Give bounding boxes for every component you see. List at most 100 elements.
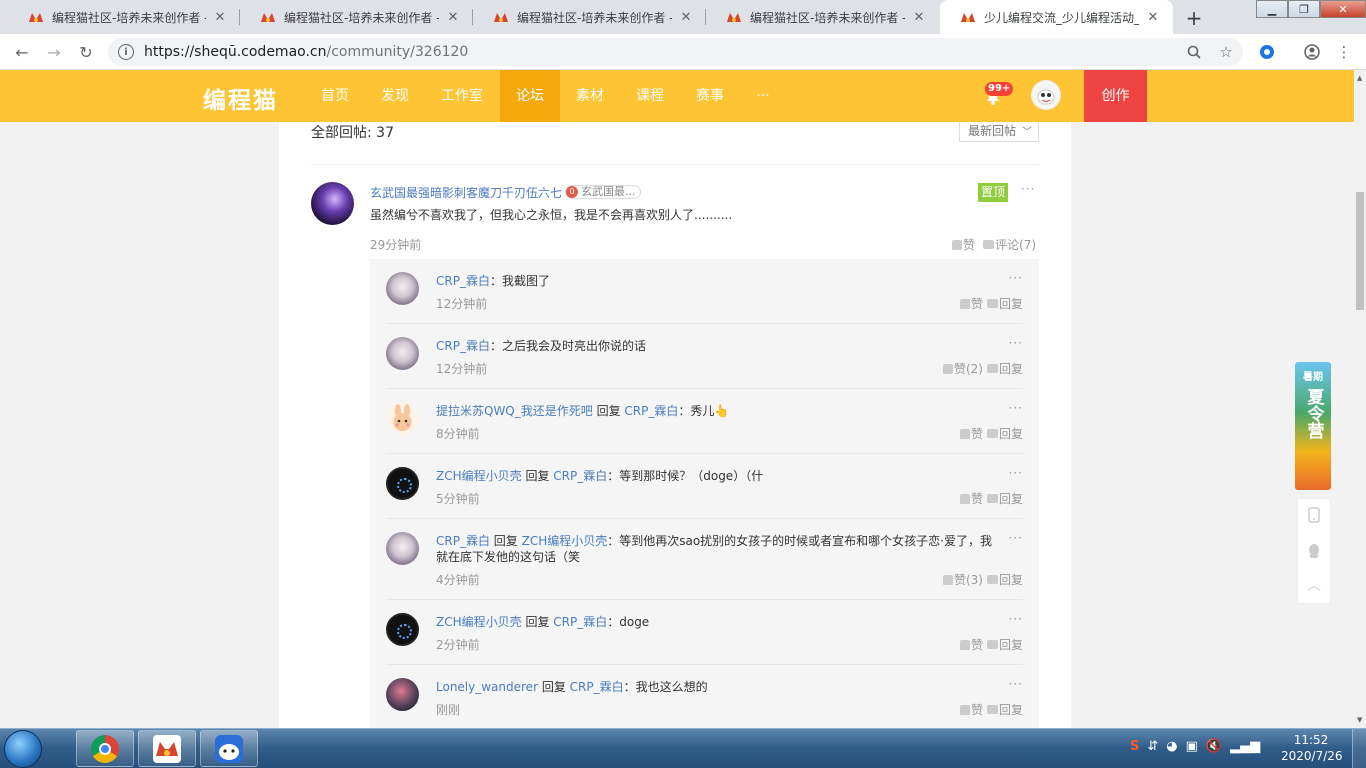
- post-author-avatar[interactable]: [311, 182, 354, 225]
- reply-button[interactable]: 回复: [986, 636, 1023, 653]
- browser-tab[interactable]: 编程猫社区-培养未来创作者 - 言 ✕: [240, 0, 473, 34]
- reply-more-icon[interactable]: ···: [1009, 401, 1023, 415]
- zoom-icon[interactable]: [1182, 40, 1206, 64]
- taskbar-app[interactable]: [138, 730, 196, 767]
- ime-icon[interactable]: S: [1130, 739, 1139, 754]
- reply-username[interactable]: ZCH编程小贝壳: [436, 469, 522, 483]
- reply-more-icon[interactable]: ···: [1009, 466, 1023, 480]
- scroll-up-icon[interactable]: ▲: [1357, 74, 1362, 82]
- reply-username[interactable]: 提拉米苏QWQ_我还是作死吧: [436, 404, 593, 418]
- avatar[interactable]: [386, 467, 419, 500]
- new-tab-button[interactable]: +: [1181, 5, 1207, 31]
- site-logo[interactable]: 编程猫: [203, 81, 278, 115]
- like-button[interactable]: 赞: [952, 236, 975, 253]
- account-icon[interactable]: [1300, 40, 1324, 64]
- address-bar[interactable]: i https://sheqū.codemao.cn/community/326…: [108, 38, 1243, 66]
- reply-more-icon[interactable]: ···: [1009, 677, 1023, 691]
- restore-button[interactable]: ❐: [1288, 0, 1320, 18]
- like-button[interactable]: 赞: [959, 295, 983, 312]
- browser-tab[interactable]: 编程猫社区-培养未来创作者 - 言 ✕: [8, 0, 240, 34]
- tab-close-icon[interactable]: ✕: [212, 10, 228, 25]
- create-button[interactable]: 创作: [1084, 70, 1147, 122]
- tab-close-icon[interactable]: ✕: [911, 10, 927, 25]
- reply-more-icon[interactable]: ···: [1009, 271, 1023, 285]
- forward-icon[interactable]: →: [42, 40, 66, 64]
- taskbar-chrome[interactable]: [76, 730, 134, 767]
- thumb-up-icon: [959, 493, 970, 504]
- avatar[interactable]: [386, 337, 419, 370]
- nav-home[interactable]: 首页: [308, 70, 362, 122]
- info-icon[interactable]: i: [118, 44, 134, 60]
- nav-forum[interactable]: 论坛: [500, 70, 560, 122]
- browser-tab[interactable]: 编程猫社区-培养未来创作者 - 言 ✕: [473, 0, 706, 34]
- taskbar-app[interactable]: [200, 730, 258, 767]
- tab-close-icon[interactable]: ✕: [445, 10, 461, 25]
- avatar[interactable]: [386, 613, 419, 646]
- reply-button[interactable]: 回复: [986, 490, 1023, 507]
- post-author-name[interactable]: 玄武国最强暗影刺客魔刀千刃伍六七: [370, 184, 562, 201]
- network-icon[interactable]: ⇵: [1147, 739, 1158, 754]
- avatar[interactable]: [386, 678, 419, 711]
- reply-username[interactable]: CRP_霖白: [436, 534, 490, 548]
- scrollbar-thumb[interactable]: [1356, 192, 1364, 310]
- extension-icon[interactable]: [1255, 40, 1279, 64]
- like-button[interactable]: 赞: [959, 701, 983, 718]
- tab-close-icon[interactable]: ✕: [1145, 10, 1161, 25]
- like-button[interactable]: 赞(3): [942, 571, 983, 588]
- reply-more-icon[interactable]: ···: [1009, 336, 1023, 350]
- nav-discover[interactable]: 发现: [368, 70, 422, 122]
- reply-username[interactable]: CRP_霖白: [436, 339, 490, 353]
- post-actions: 赞 评论(7): [952, 236, 1036, 253]
- show-desktop-button[interactable]: [1352, 729, 1366, 768]
- reply-more-icon[interactable]: ···: [1009, 612, 1023, 626]
- back-to-top-icon[interactable]: ︿: [1306, 577, 1322, 594]
- star-icon[interactable]: ☆: [1214, 40, 1238, 64]
- back-icon[interactable]: ←: [10, 40, 34, 64]
- reply-button[interactable]: 回复: [986, 360, 1023, 377]
- volume-icon[interactable]: 🔇: [1206, 739, 1222, 754]
- summer-camp-banner[interactable]: 暑期 夏令营: [1295, 362, 1331, 490]
- nav-studio[interactable]: 工作室: [432, 70, 492, 122]
- nav-more[interactable]: ···: [744, 70, 782, 122]
- avatar[interactable]: [386, 272, 419, 305]
- nav-materials[interactable]: 素材: [564, 70, 616, 122]
- reload-icon[interactable]: ↻: [74, 40, 98, 64]
- reply-button[interactable]: 回复: [986, 295, 1023, 312]
- reply-username[interactable]: Lonely_wanderer: [436, 680, 538, 694]
- post-more-icon[interactable]: ···: [1021, 182, 1035, 196]
- reply-button[interactable]: 回复: [986, 425, 1023, 442]
- like-button[interactable]: 赞(2): [942, 360, 983, 377]
- comment-button[interactable]: 评论(7): [983, 236, 1036, 253]
- pinned-badge: 置顶: [978, 183, 1009, 202]
- nav-courses[interactable]: 课程: [624, 70, 676, 122]
- security-icon[interactable]: ▣: [1186, 739, 1198, 754]
- reply-username[interactable]: CRP_霖白: [436, 274, 490, 288]
- browser-tab[interactable]: 编程猫社区-培养未来创作者 - 言 ✕: [706, 0, 939, 34]
- page-scrollbar[interactable]: ▲ ▼: [1354, 70, 1366, 728]
- avatar[interactable]: [386, 402, 419, 435]
- like-button[interactable]: 赞: [959, 636, 983, 653]
- qq-tray-icon[interactable]: ◕: [1166, 739, 1177, 754]
- user-avatar[interactable]: [1031, 80, 1061, 110]
- scroll-down-icon[interactable]: ▼: [1357, 716, 1362, 724]
- avatar[interactable]: [386, 532, 419, 565]
- minimize-button[interactable]: ▁: [1256, 0, 1288, 18]
- reply-username[interactable]: ZCH编程小贝壳: [436, 615, 522, 629]
- taskbar-clock[interactable]: 11:52 2020/7/26: [1281, 732, 1343, 764]
- reply-button[interactable]: 回复: [986, 701, 1023, 718]
- qq-icon[interactable]: [1306, 543, 1322, 559]
- phone-icon[interactable]: [1306, 507, 1322, 523]
- start-button[interactable]: [4, 730, 42, 768]
- like-button[interactable]: 赞: [959, 425, 983, 442]
- signal-icon[interactable]: ▂▄▆: [1230, 739, 1260, 754]
- browser-tab-active[interactable]: 少儿编程交流_少儿编程活动_sc ✕: [940, 0, 1173, 34]
- like-button[interactable]: 赞: [959, 490, 983, 507]
- sort-select[interactable]: 最新回帖 ﹀: [959, 122, 1039, 142]
- tab-close-icon[interactable]: ✕: [678, 10, 694, 25]
- reply-more-icon[interactable]: ···: [1009, 531, 1023, 545]
- close-window-button[interactable]: ✕: [1320, 0, 1366, 18]
- menu-icon[interactable]: ⋮: [1332, 40, 1356, 64]
- reply-time: 刚刚: [436, 703, 461, 717]
- nav-events[interactable]: 赛事: [684, 70, 736, 122]
- reply-button[interactable]: 回复: [986, 571, 1023, 588]
